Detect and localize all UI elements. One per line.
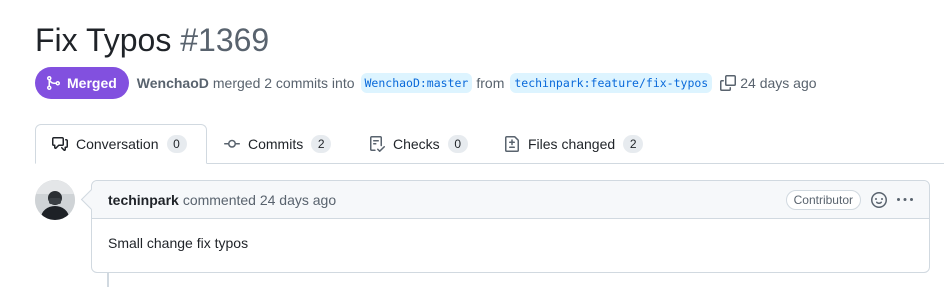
head-branch[interactable]: techinpark:feature/fix-typos: [510, 73, 713, 93]
comment-actions: Contributor: [785, 189, 913, 210]
comment-body: Small change fix typos: [108, 235, 249, 251]
pr-time: 24 days ago: [740, 75, 817, 91]
pr-title: Fix Typos: [35, 22, 172, 58]
avatar-photo: [35, 180, 75, 220]
from-text: from: [476, 75, 505, 91]
kebab-horizontal-icon[interactable]: [897, 192, 913, 208]
state-label: Merged: [67, 75, 117, 91]
conversation-icon: [52, 136, 68, 152]
avatar[interactable]: [35, 180, 75, 220]
tab-counter: 0: [447, 135, 468, 153]
file-diff-icon: [504, 136, 520, 152]
tab-label: Files changed: [528, 136, 616, 152]
base-branch[interactable]: WenchaoD:master: [360, 73, 473, 93]
merged-text: merged 2 commits into: [212, 75, 355, 91]
tab-counter: 2: [623, 135, 644, 153]
pr-number: #1369: [180, 22, 270, 58]
tab-conversation[interactable]: Conversation 0: [35, 124, 207, 164]
tab-files-changed[interactable]: Files changed 2: [504, 124, 644, 164]
copy-icon[interactable]: [720, 75, 737, 91]
timeline-line: [107, 273, 109, 287]
comment-box: techinpark commented 24 days ago Contrib…: [91, 180, 930, 273]
comment-action: commented 24 days ago: [182, 191, 337, 208]
contributor-badge: Contributor: [785, 189, 861, 210]
pr-meta: Merged WenchaoD merged 2 commits into We…: [35, 67, 817, 99]
checklist-icon: [369, 136, 385, 152]
comment-header: techinpark commented 24 days ago Contrib…: [92, 181, 929, 219]
page-title: Fix Typos #1369: [35, 20, 269, 60]
tab-label: Commits: [248, 136, 304, 152]
author-link[interactable]: WenchaoD: [137, 75, 209, 91]
git-merge-icon: [45, 75, 61, 91]
smiley-icon[interactable]: [871, 191, 887, 208]
tab-commits[interactable]: Commits 2: [224, 124, 332, 164]
tab-label: Conversation: [76, 136, 159, 152]
commit-icon: [224, 136, 240, 152]
pr-tabs: Conversation 0 Commits 2 Checks 0 Files …: [0, 124, 944, 164]
commenter-link[interactable]: techinpark: [108, 192, 179, 208]
tab-counter: 2: [311, 135, 332, 153]
merged-state-badge: Merged: [35, 67, 129, 99]
tab-checks[interactable]: Checks 0: [369, 124, 468, 164]
tab-label: Checks: [393, 136, 440, 152]
tab-counter: 0: [166, 135, 187, 153]
